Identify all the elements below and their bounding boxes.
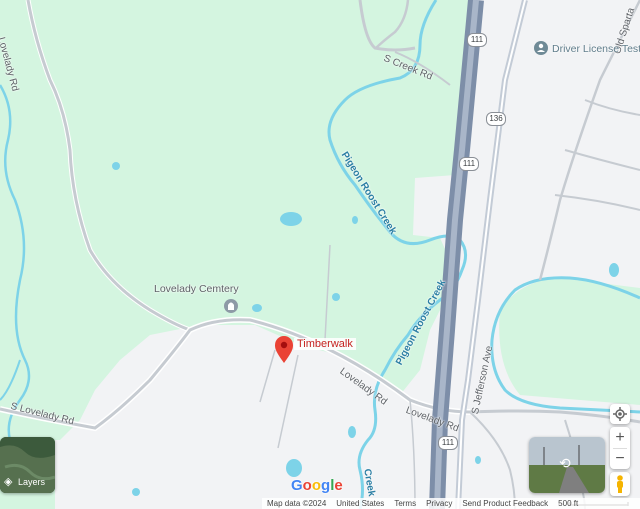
route-shield: 111	[438, 436, 458, 450]
google-logo-letter: o	[311, 477, 322, 494]
pond	[348, 426, 356, 438]
zoom-in-button[interactable]: +	[615, 428, 624, 448]
map-canvas[interactable]: Lovelady Rd S Creek Rd Old Sparta S Love…	[0, 0, 640, 509]
my-location-icon	[613, 407, 627, 421]
zoom-out-button[interactable]: −	[615, 449, 624, 469]
google-logo: Google	[291, 477, 343, 494]
route-shield: 111	[459, 157, 479, 171]
label-timberwalk[interactable]: Timberwalk	[294, 338, 356, 350]
pegman-icon	[617, 475, 623, 493]
google-logo-letter: e	[334, 477, 343, 494]
label-driver-license[interactable]: Driver License Test	[552, 43, 640, 55]
driver-license-marker	[534, 41, 548, 55]
cemetery-marker	[224, 299, 238, 313]
pond	[252, 304, 262, 312]
pond	[609, 263, 619, 277]
pond	[132, 488, 140, 496]
map-data-attribution: Map data ©2024	[267, 499, 327, 508]
zoom-control: + −	[610, 427, 630, 469]
send-feedback-link[interactable]: Send Product Feedback	[462, 499, 548, 508]
google-logo-letter: g	[321, 477, 331, 494]
layers-label: Layers	[18, 477, 46, 487]
scale-label[interactable]: 500 ft	[558, 499, 578, 508]
united-states-link[interactable]: United States	[336, 499, 384, 508]
layers-icon: ◈	[4, 476, 13, 488]
pond	[332, 293, 340, 301]
map-footer: Map data ©2024 United States Terms Priva…	[262, 498, 640, 509]
google-logo-letter: G	[291, 477, 303, 494]
terms-link[interactable]: Terms	[394, 499, 416, 508]
pond	[352, 216, 358, 224]
green-area-east	[499, 278, 640, 405]
route-shield: 111	[467, 33, 487, 47]
pond	[112, 162, 120, 170]
map-base-layer	[0, 0, 640, 509]
route-shield: 136	[486, 112, 506, 126]
pond	[475, 456, 481, 464]
street-view-thumbnail[interactable]: ⟲	[529, 437, 605, 493]
pegman-button[interactable]	[610, 472, 630, 496]
label-cemetery[interactable]: Lovelady Cemtery	[154, 283, 239, 295]
my-location-button[interactable]	[610, 404, 630, 424]
street-view-rotate-icon: ⟲	[559, 455, 571, 471]
privacy-link[interactable]: Privacy	[426, 499, 452, 508]
pond	[280, 212, 302, 226]
google-logo-letter: o	[302, 477, 312, 494]
pond	[286, 459, 302, 477]
layers-button[interactable]: ◈ Layers	[0, 437, 55, 493]
